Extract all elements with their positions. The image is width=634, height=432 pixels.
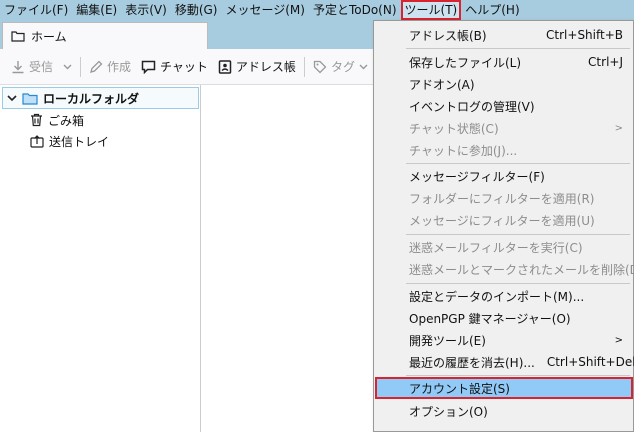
tab-home-label: ホーム bbox=[31, 29, 67, 44]
chat-label: チャット bbox=[160, 60, 208, 74]
menu-separator bbox=[406, 234, 630, 235]
menu-item-import[interactable]: 設定とデータのインポート(M)... bbox=[375, 285, 633, 307]
folder-trash-label: ごみ箱 bbox=[48, 113, 85, 128]
tools-menu: アドレス帳(B) Ctrl+Shift+B 保存したファイル(L) Ctrl+J… bbox=[373, 20, 634, 432]
menu-item-message-filters[interactable]: メッセージフィルター(F) bbox=[375, 165, 633, 187]
menu-item-address-book[interactable]: アドレス帳(B) Ctrl+Shift+B bbox=[375, 24, 633, 46]
download-icon bbox=[11, 60, 25, 74]
menu-item-label: アドオン(A) bbox=[409, 77, 475, 92]
menu-item-label: 保存したファイル(L) bbox=[409, 55, 522, 70]
trash-icon bbox=[30, 113, 43, 127]
menu-item-shortcut: Ctrl+Shift+Del bbox=[546, 355, 634, 369]
menu-item-label: 迷惑メールフィルターを実行(C) bbox=[409, 240, 583, 255]
menu-item-label: 最近の履歴を消去(H)... bbox=[409, 355, 535, 370]
outbox-icon bbox=[30, 134, 44, 148]
menu-item-label: アドレス帳(B) bbox=[409, 28, 487, 43]
toolbar-separator bbox=[80, 56, 82, 77]
menu-item-label: イベントログの管理(V) bbox=[409, 99, 535, 114]
toolbar-separator bbox=[303, 56, 305, 77]
folder-icon bbox=[22, 92, 38, 105]
menu-item-shortcut: Ctrl+J bbox=[588, 55, 623, 69]
menu-file[interactable]: ファイル(F) bbox=[0, 0, 72, 20]
compose-button[interactable]: 作成 bbox=[84, 54, 136, 80]
menu-item-label: メッセージフィルター(F) bbox=[409, 169, 545, 184]
address-book-button[interactable]: アドレス帳 bbox=[213, 54, 301, 80]
folder-outbox-label: 送信トレイ bbox=[49, 134, 110, 149]
menu-item-run-junk-filter[interactable]: 迷惑メールフィルターを実行(C) bbox=[375, 236, 633, 258]
chevron-down-icon bbox=[63, 64, 72, 70]
menu-separator bbox=[406, 375, 630, 376]
tag-label: タグ bbox=[330, 60, 355, 74]
address-book-label: アドレス帳 bbox=[235, 60, 296, 74]
compose-label: 作成 bbox=[107, 60, 132, 74]
menu-bar: ファイル(F) 編集(E) 表示(V) 移動(G) メッセージ(M) 予定とTo… bbox=[0, 0, 634, 20]
pencil-icon bbox=[89, 60, 103, 74]
menu-item-account-settings[interactable]: アカウント設定(S) bbox=[375, 377, 633, 399]
chevron-right-icon: > bbox=[614, 122, 623, 134]
address-book-icon bbox=[218, 59, 232, 74]
menu-view[interactable]: 表示(V) bbox=[121, 0, 171, 20]
chat-icon bbox=[141, 60, 156, 74]
menu-item-join-chat[interactable]: チャットに参加(J)... bbox=[375, 139, 633, 161]
menu-message[interactable]: メッセージ(M) bbox=[221, 0, 308, 20]
menu-item-label: メッセージにフィルターを適用(U) bbox=[409, 213, 595, 228]
folder-local-folders[interactable]: ローカルフォルダ bbox=[2, 87, 199, 109]
menu-item-apply-filters-folder[interactable]: フォルダーにフィルターを適用(R) bbox=[375, 187, 633, 209]
menu-item-openpgp-key-manager[interactable]: OpenPGP 鍵マネージャー(O) bbox=[375, 307, 633, 329]
menu-item-label: アカウント設定(S) bbox=[409, 381, 510, 396]
menu-item-label: チャットに参加(J)... bbox=[409, 143, 518, 158]
menu-item-developer-tools[interactable]: 開発ツール(E) > bbox=[375, 329, 633, 351]
menu-item-shortcut: Ctrl+Shift+B bbox=[546, 28, 623, 42]
tag-button[interactable]: タグ bbox=[308, 54, 373, 80]
menu-item-label: 設定とデータのインポート(M)... bbox=[409, 289, 585, 304]
menu-item-label: 開発ツール(E) bbox=[409, 333, 486, 348]
menu-events-tasks[interactable]: 予定とToDo(N) bbox=[309, 0, 401, 20]
menu-item-apply-filters-message[interactable]: メッセージにフィルターを適用(U) bbox=[375, 209, 633, 231]
menu-item-delete-junk[interactable]: 迷惑メールとマークされたメールを削除(D) bbox=[375, 258, 634, 280]
menu-separator bbox=[406, 283, 630, 284]
folder-outbox[interactable]: 送信トレイ bbox=[30, 130, 109, 152]
receive-label: 受信 bbox=[29, 60, 54, 74]
chevron-right-icon: > bbox=[614, 334, 623, 346]
menu-item-chat-status[interactable]: チャット状態(C) > bbox=[375, 117, 633, 139]
menu-go[interactable]: 移動(G) bbox=[171, 0, 222, 20]
menu-item-clear-history[interactable]: 最近の履歴を消去(H)... Ctrl+Shift+Del bbox=[375, 351, 634, 373]
menu-item-addons[interactable]: アドオン(A) bbox=[375, 73, 633, 95]
menu-item-label: OpenPGP 鍵マネージャー(O) bbox=[409, 311, 571, 326]
menu-item-label: チャット状態(C) bbox=[409, 121, 499, 136]
menu-item-saved-files[interactable]: 保存したファイル(L) Ctrl+J bbox=[375, 51, 633, 73]
folder-pane: ローカルフォルダ ごみ箱 送信トレイ bbox=[0, 85, 201, 432]
menu-separator bbox=[406, 48, 630, 49]
menu-help[interactable]: ヘルプ(H) bbox=[461, 0, 523, 20]
chat-button[interactable]: チャット bbox=[136, 54, 213, 80]
receive-button[interactable]: 受信 bbox=[6, 54, 58, 80]
receive-dropdown[interactable] bbox=[58, 54, 77, 80]
menu-item-label: 迷惑メールとマークされたメールを削除(D) bbox=[409, 262, 634, 277]
menu-item-label: オプション(O) bbox=[409, 404, 488, 419]
chevron-down-icon[interactable] bbox=[7, 94, 17, 102]
menu-separator bbox=[406, 163, 630, 164]
menu-item-activity-manager[interactable]: イベントログの管理(V) bbox=[375, 95, 633, 117]
folder-trash[interactable]: ごみ箱 bbox=[30, 109, 84, 131]
menu-tools[interactable]: ツール(T) bbox=[400, 0, 462, 20]
menu-item-options[interactable]: オプション(O) bbox=[375, 400, 633, 422]
folder-local-folders-label: ローカルフォルダ bbox=[43, 91, 140, 106]
tab-home[interactable]: ホーム bbox=[2, 22, 208, 49]
tag-icon bbox=[313, 60, 327, 74]
folder-icon bbox=[11, 30, 25, 42]
menu-item-label: フォルダーにフィルターを適用(R) bbox=[409, 191, 595, 206]
chevron-down-icon bbox=[359, 64, 368, 70]
menu-edit[interactable]: 編集(E) bbox=[72, 0, 121, 20]
